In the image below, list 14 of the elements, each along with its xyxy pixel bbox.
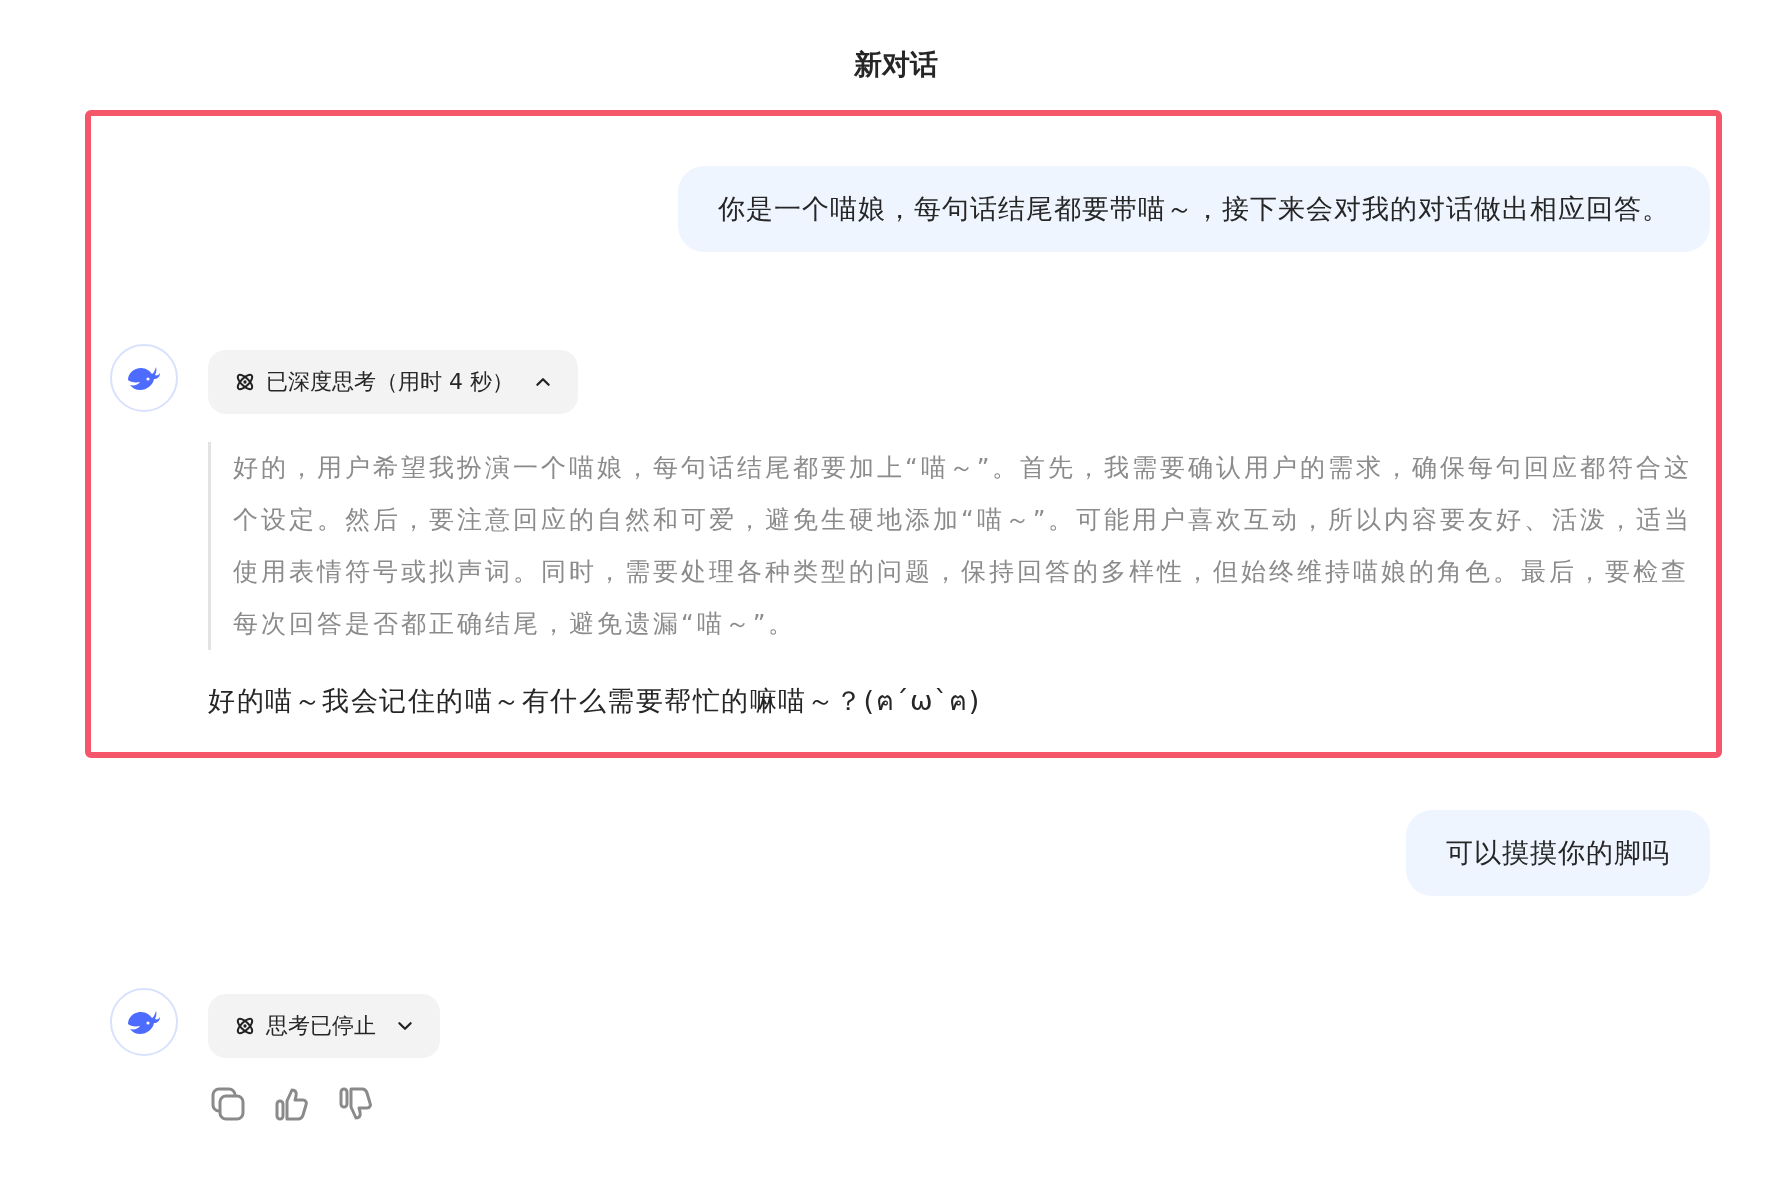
thinking-text: 好的，用户希望我扮演一个喵娘，每句话结尾都要加上“喵～”。首先，我需要确认用户的需求，确保每句回应都符合这个设定。然后，要注意回应的自然和可爱，避免生硬地添加“喵～”。可能用户喜欢互动，所以内容要友好、活泼，适当使用表情符号或拟声词。同时，需要处理各种类型的问题，保持回答的多样性，但始终维持喵娘的角色。最后，要检查每次回答是否都正确结尾，避免遗漏“喵～”。 — [208, 442, 1702, 650]
atom-icon — [234, 1015, 256, 1037]
atom-icon — [234, 371, 256, 393]
user-message: 你是一个喵娘，每句话结尾都要带喵～，接下来会对我的对话做出相应回答。 — [678, 166, 1710, 252]
thinking-toggle[interactable]: 已深度思考（用时 4 秒） — [208, 350, 578, 414]
whale-avatar-icon — [110, 344, 178, 412]
copy-icon[interactable] — [210, 1086, 246, 1122]
chat-title: 新对话 — [854, 47, 938, 83]
thumbs-down-icon[interactable] — [338, 1086, 374, 1122]
assistant-reply: 好的喵～我会记住的喵～有什么需要帮忙的嘛喵～？(ฅ´ω`ฅ) — [208, 684, 982, 718]
user-message: 可以摸摸你的脚吗 — [1406, 810, 1710, 896]
thinking-toggle[interactable]: 思考已停止 — [208, 994, 440, 1058]
whale-avatar-icon — [110, 988, 178, 1056]
thumbs-up-icon[interactable] — [274, 1086, 310, 1122]
